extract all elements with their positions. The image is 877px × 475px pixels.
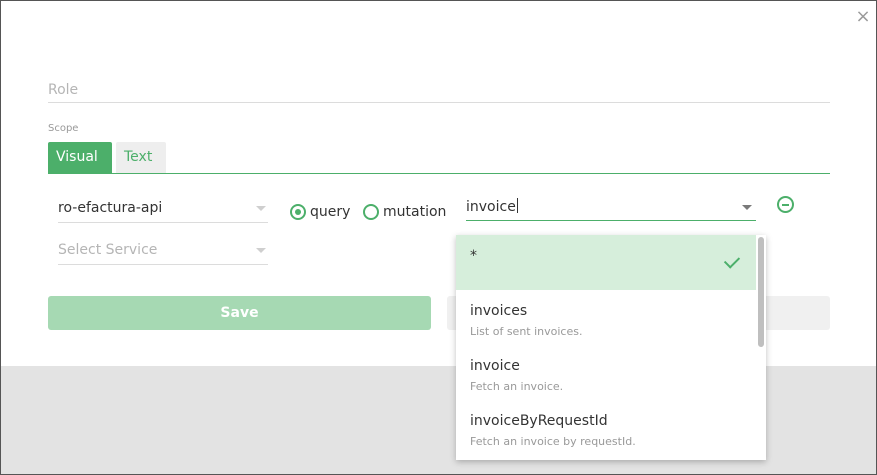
option-title: invoices (470, 303, 528, 319)
api-select[interactable]: ro-efactura-api (58, 198, 268, 223)
dropdown-option-invoice-by-request-id[interactable]: invoiceByRequestId Fetch an invoice by r… (456, 400, 756, 455)
tabs-underline (48, 173, 830, 174)
service-select[interactable]: Select Service (58, 240, 268, 265)
option-description: Fetch an invoice by requestId. (470, 435, 636, 448)
role-input[interactable] (48, 78, 830, 103)
dropdown-scrollbar[interactable] (758, 237, 764, 347)
api-select-value: ro-efactura-api (58, 200, 163, 216)
radio-mutation[interactable]: mutation (363, 202, 451, 222)
dropdown-option-invoices[interactable]: invoices List of sent invoices. (456, 290, 756, 345)
operation-input-value: invoice (466, 199, 516, 215)
radio-mutation-label: mutation (383, 204, 447, 220)
radio-query-label: query (310, 204, 351, 220)
chevron-down-icon (256, 206, 266, 211)
option-title: invoiceByRequestId (470, 413, 608, 429)
option-title: invoice (470, 358, 520, 374)
scope-label: Scope (48, 123, 79, 134)
tab-text[interactable]: Text (116, 142, 166, 173)
check-icon (723, 252, 741, 269)
chevron-down-icon (256, 248, 266, 253)
dropdown-option-all[interactable]: * (456, 235, 756, 290)
operation-dropdown: * invoices List of sent invoices. invoic… (456, 235, 766, 460)
save-button[interactable]: Save (48, 296, 431, 330)
close-icon[interactable]: × (854, 7, 872, 27)
option-description: List of sent invoices. (470, 325, 583, 338)
radio-unchecked-icon (363, 204, 379, 220)
radio-checked-icon (290, 204, 306, 220)
chevron-down-icon[interactable] (742, 205, 752, 210)
radio-query[interactable]: query (290, 202, 352, 222)
dropdown-option-invoice[interactable]: invoice Fetch an invoice. (456, 345, 756, 400)
option-description: Fetch an invoice. (470, 380, 564, 393)
service-select-placeholder: Select Service (58, 242, 158, 258)
option-title: * (470, 248, 477, 264)
operation-input[interactable]: invoice (466, 196, 756, 221)
text-cursor (516, 198, 518, 213)
tab-visual[interactable]: Visual (48, 142, 112, 173)
remove-rule-icon[interactable] (777, 196, 794, 213)
